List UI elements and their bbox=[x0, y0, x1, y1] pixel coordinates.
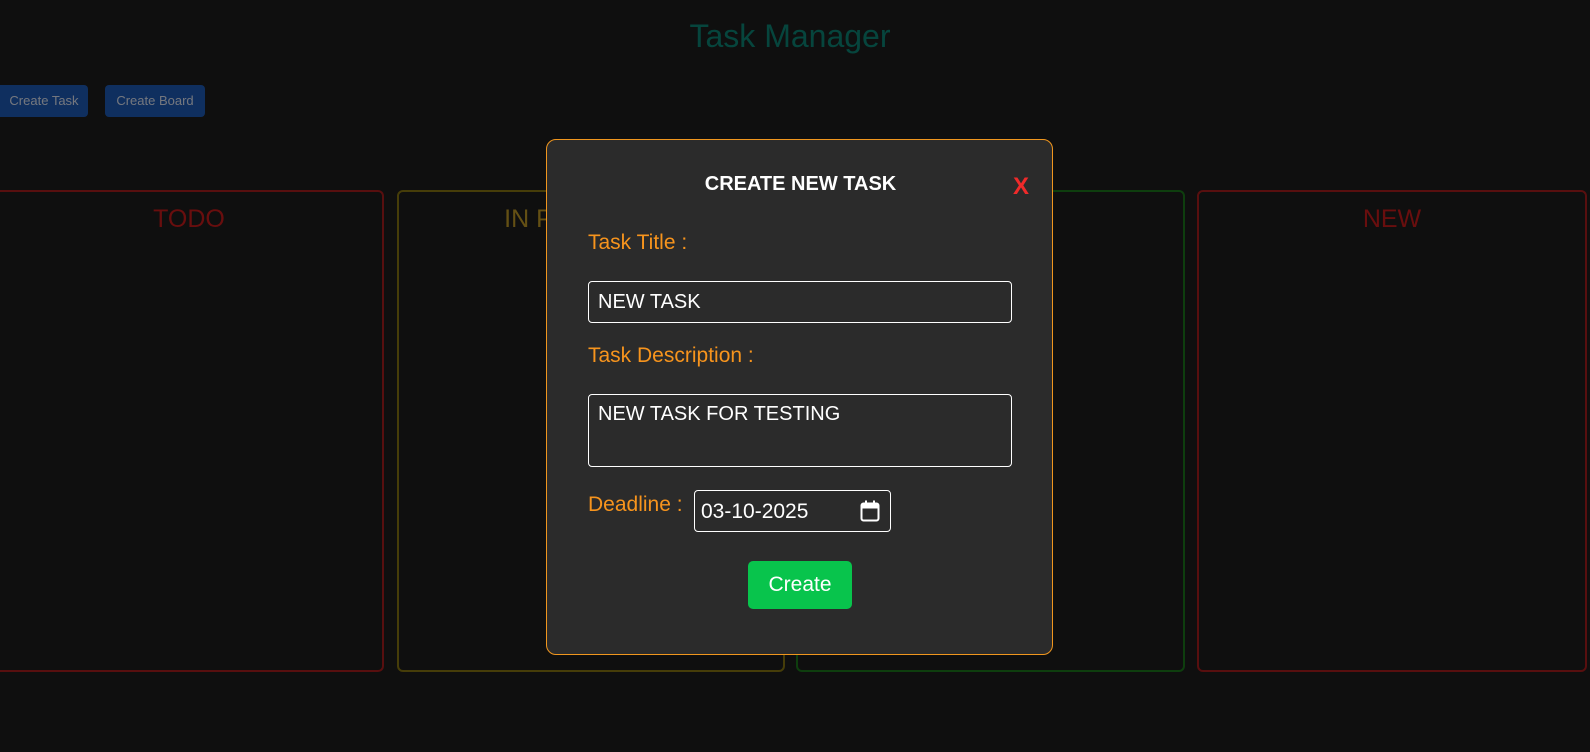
deadline-value: 03-10-2025 bbox=[701, 500, 809, 523]
create-button[interactable]: Create bbox=[748, 561, 852, 609]
deadline-label: Deadline : bbox=[588, 493, 683, 516]
task-description-textarea[interactable]: NEW TASK FOR TESTING bbox=[588, 394, 1012, 467]
calendar-icon[interactable] bbox=[860, 500, 880, 522]
modal-title: CREATE NEW TASK bbox=[704, 173, 897, 195]
task-title-input[interactable] bbox=[588, 281, 1012, 323]
task-description-label: Task Description : bbox=[588, 344, 754, 367]
task-manager-page: Task Manager Create Task Create Board TO… bbox=[0, 0, 1590, 752]
create-task-modal: CREATE NEW TASK X Task Title : Task Desc… bbox=[546, 139, 1053, 655]
deadline-date-input[interactable]: 03-10-2025 bbox=[694, 490, 891, 532]
task-title-label: Task Title : bbox=[588, 231, 688, 254]
close-button[interactable]: X bbox=[1013, 173, 1029, 201]
